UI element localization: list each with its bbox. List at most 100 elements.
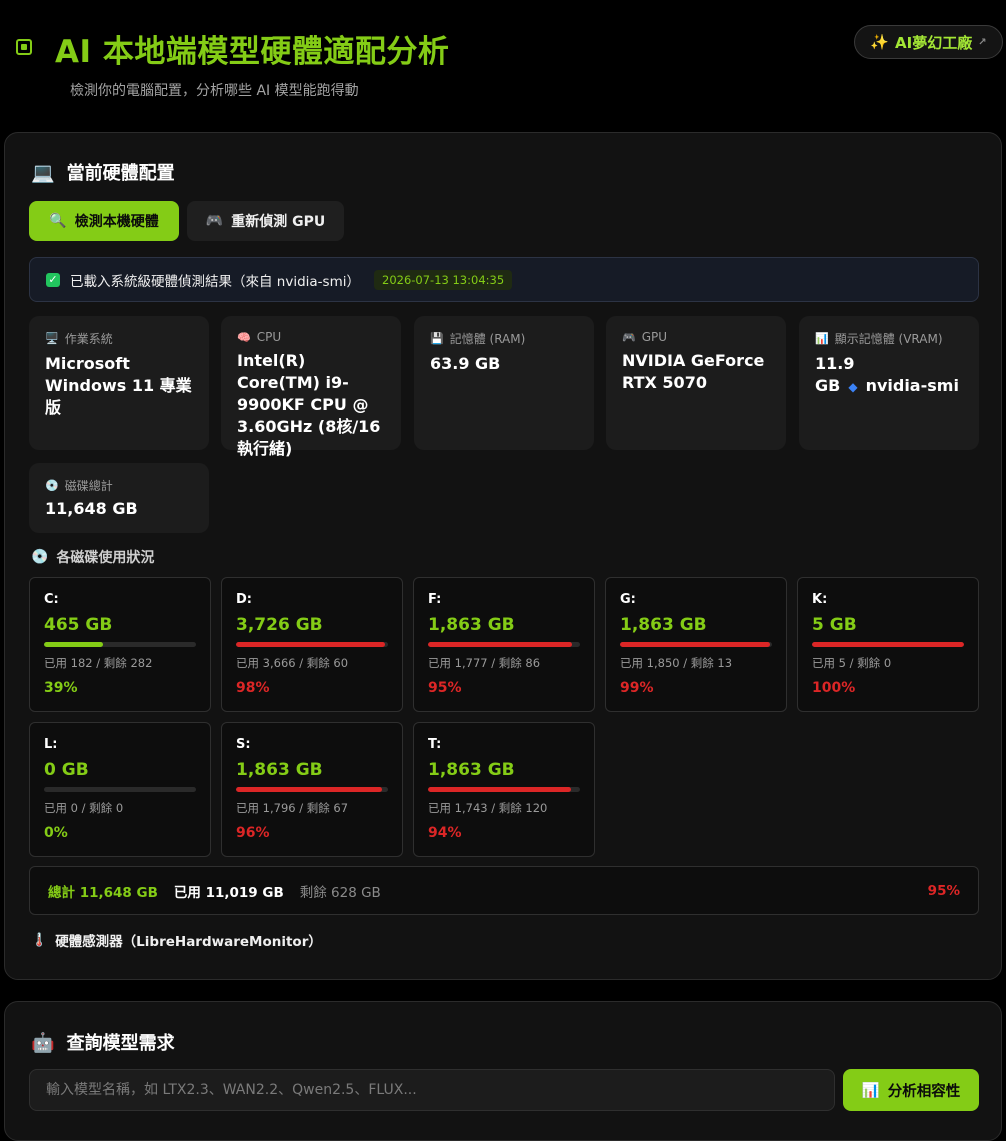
total-capacity: 總計 11,648 GB — [48, 884, 158, 901]
query-section-title: 🤖 查詢模型需求 — [31, 1029, 175, 1055]
bar-chart-icon: 📊 — [815, 332, 829, 345]
disk-card: D: 3,726 GB 已用 3,666 / 剩餘 60 98% — [221, 577, 403, 712]
disk-percent: 98% — [236, 680, 270, 696]
app-header: AI 本地端模型硬體適配分析 檢測你的電腦配置，分析哪些 AI 模型能跑得動 ✨… — [0, 0, 1006, 120]
disk-usage-text: 已用 1,743 / 剩餘 120 — [428, 801, 548, 815]
brand-link-button[interactable]: ✨ AI夢幻工廠 ↗ — [854, 25, 1003, 59]
redetect-gpu-button[interactable]: 🎮 重新偵測 GPU — [187, 201, 344, 241]
disk-usage-fill — [620, 642, 771, 647]
disk-usage-bar — [236, 787, 388, 792]
disk-card: K: 5 GB 已用 5 / 剩餘 0 100% — [797, 577, 979, 712]
disk-usage-fill — [812, 642, 964, 647]
cpu-label: CPU — [256, 330, 282, 344]
disk-name: L: — [44, 737, 58, 752]
disk-percent: 0% — [44, 825, 68, 841]
disk-usage-text: 已用 0 / 剩餘 0 — [44, 801, 124, 815]
disk-usage-text: 已用 3,666 / 剩餘 60 — [236, 656, 349, 670]
disc-icon: 💿 — [45, 479, 59, 492]
chip-icon — [16, 39, 32, 55]
brand-label: AI夢幻工廠 — [895, 33, 973, 52]
ram-card: 💾 記憶體 (RAM) 63.9 GB — [414, 316, 594, 450]
disk-percent: 95% — [428, 680, 462, 696]
total-free: 剩餘 628 GB — [299, 884, 381, 901]
hardware-section-title: 💻 當前硬體配置 — [31, 159, 175, 185]
vram-value: 11.9 GB ◆ nvidia-smi — [815, 353, 963, 398]
analyze-compatibility-button[interactable]: 📊 分析相容性 — [843, 1069, 979, 1111]
hardware-panel: 💻 當前硬體配置 🔍 檢測本機硬體 🎮 重新偵測 GPU ✓ 已載入系統級硬體偵… — [4, 132, 1002, 980]
disk-usage-bar — [236, 642, 388, 647]
disk-size: 3,726 GB — [236, 615, 323, 635]
cpu-value: Intel(R) Core(TM) i9-9900KF CPU @ 3.60GH… — [237, 351, 381, 458]
disk-usage-text: 已用 1,777 / 剩餘 86 — [428, 656, 541, 670]
disk-percent: 39% — [44, 680, 78, 696]
magnifier-icon: 🔍 — [49, 213, 67, 229]
disk-card: S: 1,863 GB 已用 1,796 / 剩餘 67 96% — [221, 722, 403, 857]
page-subtitle: 檢測你的電腦配置，分析哪些 AI 模型能跑得動 — [70, 83, 359, 99]
total-used: 已用 11,019 GB — [173, 884, 284, 901]
disk-percent: 94% — [428, 825, 462, 841]
disk-name: C: — [44, 592, 59, 607]
disk-size: 1,863 GB — [428, 760, 515, 780]
disk-usage-bar — [620, 642, 772, 647]
diamond-icon: ◆ — [848, 380, 858, 394]
cpu-card: 🧠 CPU Intel(R) Core(TM) i9-9900KF CPU @ 3… — [221, 316, 401, 458]
disc-icon: 💿 — [31, 549, 49, 565]
ram-label: 記憶體 (RAM) — [449, 332, 526, 346]
disk-name: D: — [236, 592, 252, 607]
detect-hardware-label: 檢測本機硬體 — [74, 214, 159, 230]
analyze-label: 分析相容性 — [887, 1083, 961, 1100]
disk-usage-fill — [236, 642, 385, 647]
disk-name: S: — [236, 737, 251, 752]
disk-usage-text: 已用 5 / 剩餘 0 — [812, 656, 892, 670]
disk-usage-text: 已用 1,850 / 剩餘 13 — [620, 656, 733, 670]
vram-card: 📊 顯示記憶體 (VRAM) 11.9 GB ◆ nvidia-smi — [799, 316, 979, 450]
disk-total-value: 11,648 GB — [45, 499, 138, 518]
disk-percent: 100% — [812, 680, 856, 696]
disk-usage-bar — [44, 787, 196, 792]
gpu-card: 🎮 GPU NVIDIA GeForce RTX 5070 — [606, 316, 786, 450]
query-panel: 🤖 查詢模型需求 📊 分析相容性 — [4, 1001, 1002, 1141]
total-percent: 95% — [927, 882, 960, 899]
disk-usage-text: 已用 1,796 / 剩餘 67 — [236, 801, 349, 815]
disk-percent: 99% — [620, 680, 654, 696]
sparkles-icon: ✨ — [870, 33, 890, 51]
disk-usage-fill — [428, 642, 573, 647]
disk-size: 5 GB — [812, 615, 857, 635]
sensor-label: 硬體感測器（LibreHardwareMonitor） — [55, 934, 322, 950]
status-timestamp: 2026-07-13 13:04:35 — [374, 269, 513, 290]
disk-total-summary: 總計 11,648 GB 已用 11,019 GB 剩餘 628 GB 95% — [29, 866, 979, 915]
disk-name: G: — [620, 592, 636, 607]
disk-name: T: — [428, 737, 442, 752]
vram-label: 顯示記憶體 (VRAM) — [834, 332, 943, 346]
check-icon: ✓ — [46, 272, 60, 287]
disk-total-card: 💿 磁碟總計 11,648 GB — [29, 463, 209, 533]
vram-source: nvidia-smi — [865, 376, 959, 395]
gpu-label: GPU — [641, 330, 668, 344]
disk-size: 1,863 GB — [620, 615, 707, 635]
ram-value: 63.9 GB — [430, 354, 501, 373]
robot-icon: 🤖 — [31, 1031, 55, 1054]
disk-size: 0 GB — [44, 760, 89, 780]
detection-status-bar: ✓ 已載入系統級硬體偵測結果（來自 nvidia-smi） 2026-07-13… — [29, 257, 979, 302]
gamepad-icon: 🎮 — [622, 330, 636, 344]
hardware-title-text: 當前硬體配置 — [66, 163, 175, 184]
disk-section-text: 各磁碟使用狀況 — [56, 550, 155, 566]
disk-size: 465 GB — [44, 615, 113, 635]
disk-usage-bar — [44, 642, 196, 647]
detect-hardware-button[interactable]: 🔍 檢測本機硬體 — [29, 201, 179, 241]
thermometer-icon: 🌡️ — [31, 932, 48, 948]
disk-usage-fill — [236, 787, 382, 792]
os-value: Microsoft Windows 11 專業版 — [45, 354, 192, 417]
gamepad-icon: 🎮 — [205, 213, 224, 229]
disk-size: 1,863 GB — [428, 615, 515, 635]
redetect-gpu-label: 重新偵測 GPU — [231, 214, 326, 230]
monitor-icon: 🖥️ — [45, 332, 59, 345]
disk-usage-text: 已用 182 / 剩餘 282 — [44, 656, 153, 670]
disk-total-label: 磁碟總計 — [64, 479, 113, 493]
external-link-icon: ↗ — [978, 36, 987, 48]
model-search-input[interactable] — [29, 1069, 835, 1111]
sensor-toggle[interactable]: 🌡️ 硬體感測器（LibreHardwareMonitor） — [31, 930, 322, 951]
laptop-icon: 💻 — [31, 161, 55, 184]
disk-name: K: — [812, 592, 828, 607]
disk-usage-bar — [812, 642, 964, 647]
